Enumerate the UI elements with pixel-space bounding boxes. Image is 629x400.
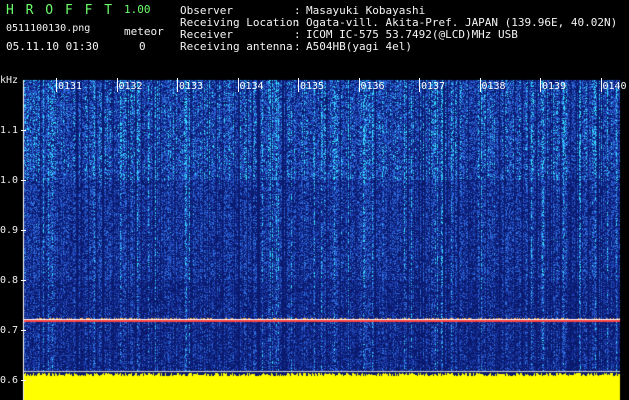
info-separator: : — [294, 16, 301, 29]
y-tick-mark — [21, 230, 26, 231]
x-tick-mark — [116, 78, 118, 92]
x-tick-mark — [237, 78, 239, 92]
file-name: 0511100130.png — [6, 23, 91, 34]
meteor-label: meteor — [124, 25, 164, 38]
y-tick-label: 0.7 — [0, 325, 19, 336]
info-key: Receiving Location — [180, 16, 300, 29]
meteor-count: 0 — [139, 40, 146, 53]
datetime: 05.11.10 01:30 — [6, 40, 99, 53]
x-tick-label: 0135 — [300, 81, 325, 92]
y-tick-label: 1.0 — [0, 175, 19, 186]
info-value: A504HB(yagi 4el) — [306, 40, 412, 53]
info-separator: : — [294, 40, 301, 53]
app-version: 1.00 — [124, 3, 151, 16]
x-tick-label: 0140 — [602, 81, 627, 92]
x-tick-mark — [419, 78, 420, 92]
y-tick-mark — [21, 280, 26, 281]
y-tick-mark — [21, 330, 26, 331]
x-tick-mark — [600, 78, 602, 92]
info-key: Receiver — [180, 28, 233, 41]
info-value: Ogata-vill. Akita-Pref. JAPAN (139.96E, … — [306, 16, 618, 29]
y-tick-label: 1.1 — [0, 125, 19, 136]
x-tick-mark — [56, 78, 57, 92]
y-tick-mark — [21, 380, 26, 381]
y-tick-label: 0.6 — [0, 375, 19, 386]
info-value: ICOM IC-575 53.7492(@LCD)MHz USB — [306, 28, 518, 41]
x-tick-label: 0137 — [421, 81, 446, 92]
info-key: Observer — [180, 4, 233, 17]
x-tick-mark — [177, 78, 178, 92]
info-key: Receiving antenna — [180, 40, 293, 53]
x-tick-label: 0136 — [360, 81, 385, 92]
x-tick-label: 0134 — [239, 81, 264, 92]
spectrogram-canvas — [0, 0, 629, 400]
x-tick-mark — [298, 78, 299, 92]
y-tick-mark — [21, 180, 26, 181]
x-tick-mark — [358, 78, 360, 92]
x-tick-label: 0138 — [481, 81, 506, 92]
y-tick-label: 0.8 — [0, 275, 19, 286]
y-tick-label: 0.9 — [0, 225, 19, 236]
hrofft-window: H R O F F T 1.00 0511100130.png meteor 0… — [0, 0, 629, 400]
x-tick-mark — [540, 78, 541, 92]
info-separator: : — [294, 4, 301, 17]
x-tick-label: 0139 — [542, 81, 567, 92]
x-tick-label: 0133 — [179, 81, 204, 92]
y-axis-unit: kHz — [0, 75, 19, 86]
info-value: Masayuki Kobayashi — [306, 4, 426, 17]
x-tick-mark — [479, 78, 481, 92]
x-tick-label: 0131 — [58, 81, 83, 92]
app-title: H R O F F T — [6, 3, 115, 18]
y-tick-mark — [21, 130, 26, 131]
x-tick-label: 0132 — [118, 81, 143, 92]
info-separator: : — [294, 28, 301, 41]
